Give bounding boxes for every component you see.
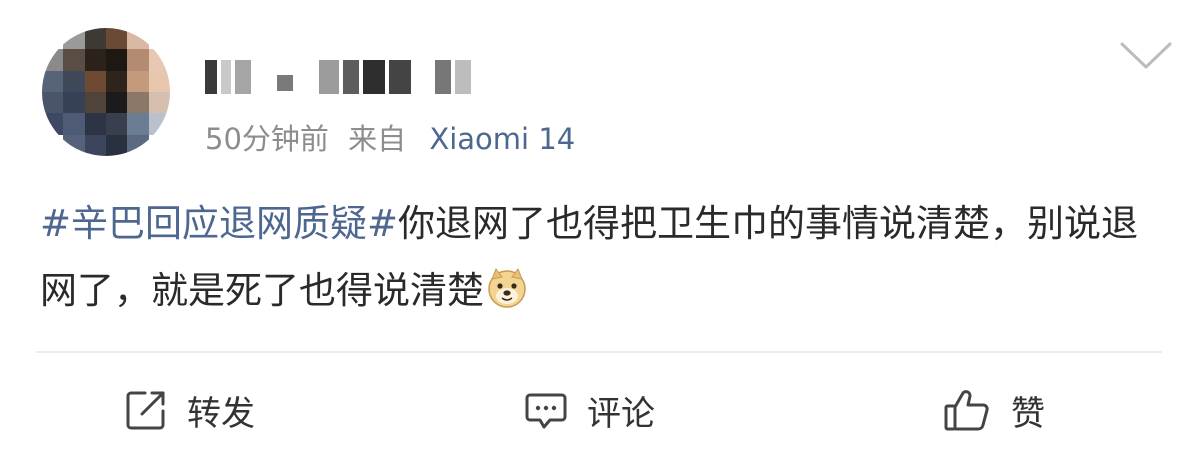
share-icon <box>126 391 165 430</box>
post-content: #辛巴回应退网质疑#你退网了也得把卫生巾的事情说清楚，别说退网了，就是死了也得说… <box>40 190 1160 324</box>
hashtag-link[interactable]: #辛巴回应退网质疑# <box>40 202 398 245</box>
comment-icon <box>525 393 567 429</box>
source-device[interactable]: Xiaomi 14 <box>429 122 575 156</box>
username-pixelated[interactable] <box>205 57 471 97</box>
source-prefix: 来自 <box>348 122 407 156</box>
doge-icon <box>488 267 526 308</box>
share-button[interactable]: 转发 <box>123 380 255 440</box>
comment-button[interactable]: 评论 <box>523 380 655 440</box>
divider <box>36 351 1162 353</box>
avatar[interactable] <box>42 28 170 156</box>
like-label: 赞 <box>1011 393 1045 434</box>
post-time: 50分钟前 <box>205 122 329 156</box>
like-button[interactable]: 赞 <box>943 380 1045 440</box>
comment-label: 评论 <box>587 393 655 434</box>
chevron-down-icon[interactable] <box>1120 40 1172 72</box>
thumbs-up-icon <box>944 390 989 431</box>
post-meta: 50分钟前 来自 Xiaomi 14 <box>205 116 575 158</box>
share-label: 转发 <box>187 393 255 434</box>
